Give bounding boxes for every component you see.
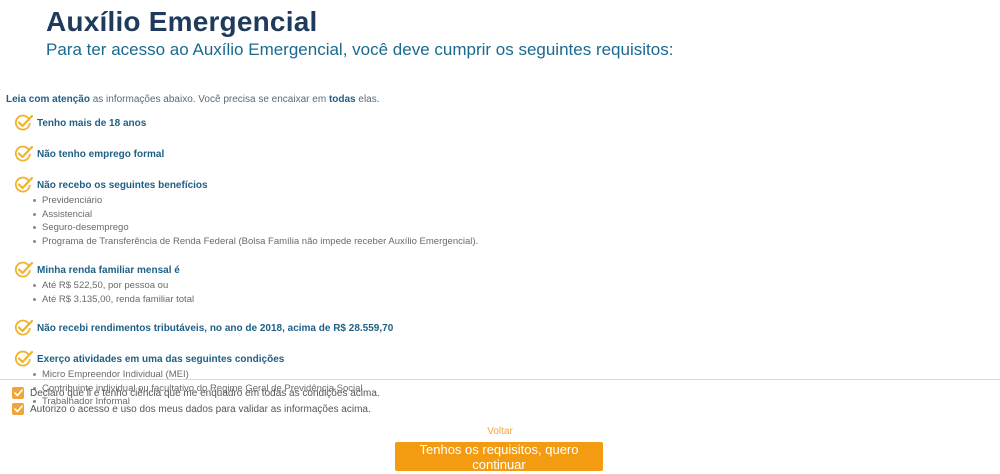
continue-button[interactable]: Tenhos os requisitos, quero continuar (395, 442, 603, 472)
list-item: Até R$ 3.135,00, renda familiar total (14, 293, 914, 307)
check-circle-icon (14, 114, 34, 132)
check-circle-icon (14, 176, 34, 194)
intro-bold-2: todas (328, 94, 356, 105)
requirement-item: Não recebi rendimentos tributáveis, no a… (14, 319, 914, 337)
check-circle-icon (14, 319, 34, 337)
requirement-title: Não recebi rendimentos tributáveis, no a… (37, 322, 394, 334)
list-item: Assistencial (14, 208, 914, 222)
list-item: Até R$ 522,50, por pessoa ou (14, 279, 914, 293)
checkbox-checked-icon[interactable] (12, 403, 24, 415)
consent-declaration-label: Declaro que li e tenho ciência que me en… (30, 387, 380, 399)
list-item: Seguro-desemprego (14, 221, 914, 235)
check-circle-icon (14, 145, 34, 163)
check-circle-icon (14, 350, 34, 368)
requirement-item: Tenho mais de 18 anos (14, 114, 914, 132)
intro-text-2: elas. (355, 94, 380, 105)
checkbox-checked-icon[interactable] (12, 387, 24, 399)
intro-text: Leia com atenção as informações abaixo. … (6, 94, 380, 105)
requirement-title: Tenho mais de 18 anos (37, 117, 147, 129)
consent-declaration[interactable]: Declaro que li e tenho ciência que me en… (12, 387, 380, 399)
requirement-item: Não recebo os seguintes benefícios Previ… (14, 176, 914, 248)
requirement-item: Minha renda familiar mensal é Até R$ 522… (14, 261, 914, 306)
list-item: Programa de Transferência de Renda Feder… (14, 235, 914, 249)
requirement-title: Não tenho emprego formal (37, 148, 165, 160)
intro-bold-1: Leia com atenção (6, 94, 90, 105)
requirement-title: Não recebo os seguintes benefícios (37, 179, 208, 191)
back-link[interactable]: Voltar (0, 426, 1000, 437)
requirements-list: Tenho mais de 18 anos Não tenho emprego … (14, 114, 914, 422)
divider (0, 379, 1000, 380)
consent-authorization-label: Autorizo o acesso e uso dos meus dados p… (30, 403, 371, 415)
requirement-title: Exerço atividades em uma das seguintes c… (37, 353, 285, 365)
requirement-title: Minha renda familiar mensal é (37, 264, 180, 276)
consent-authorization[interactable]: Autorizo o acesso e uso dos meus dados p… (12, 403, 371, 415)
requirement-item: Não tenho emprego formal (14, 145, 914, 163)
income-list: Até R$ 522,50, por pessoa ou Até R$ 3.13… (14, 279, 914, 306)
intro-text-1: as informações abaixo. Você precisa se e… (89, 94, 329, 105)
benefits-list: Previdenciário Assistencial Seguro-desem… (14, 194, 914, 248)
page-subtitle: Para ter acesso ao Auxílio Emergencial, … (46, 40, 674, 59)
page-title: Auxílio Emergencial (46, 6, 318, 37)
check-circle-icon (14, 261, 34, 279)
list-item: Previdenciário (14, 194, 914, 208)
